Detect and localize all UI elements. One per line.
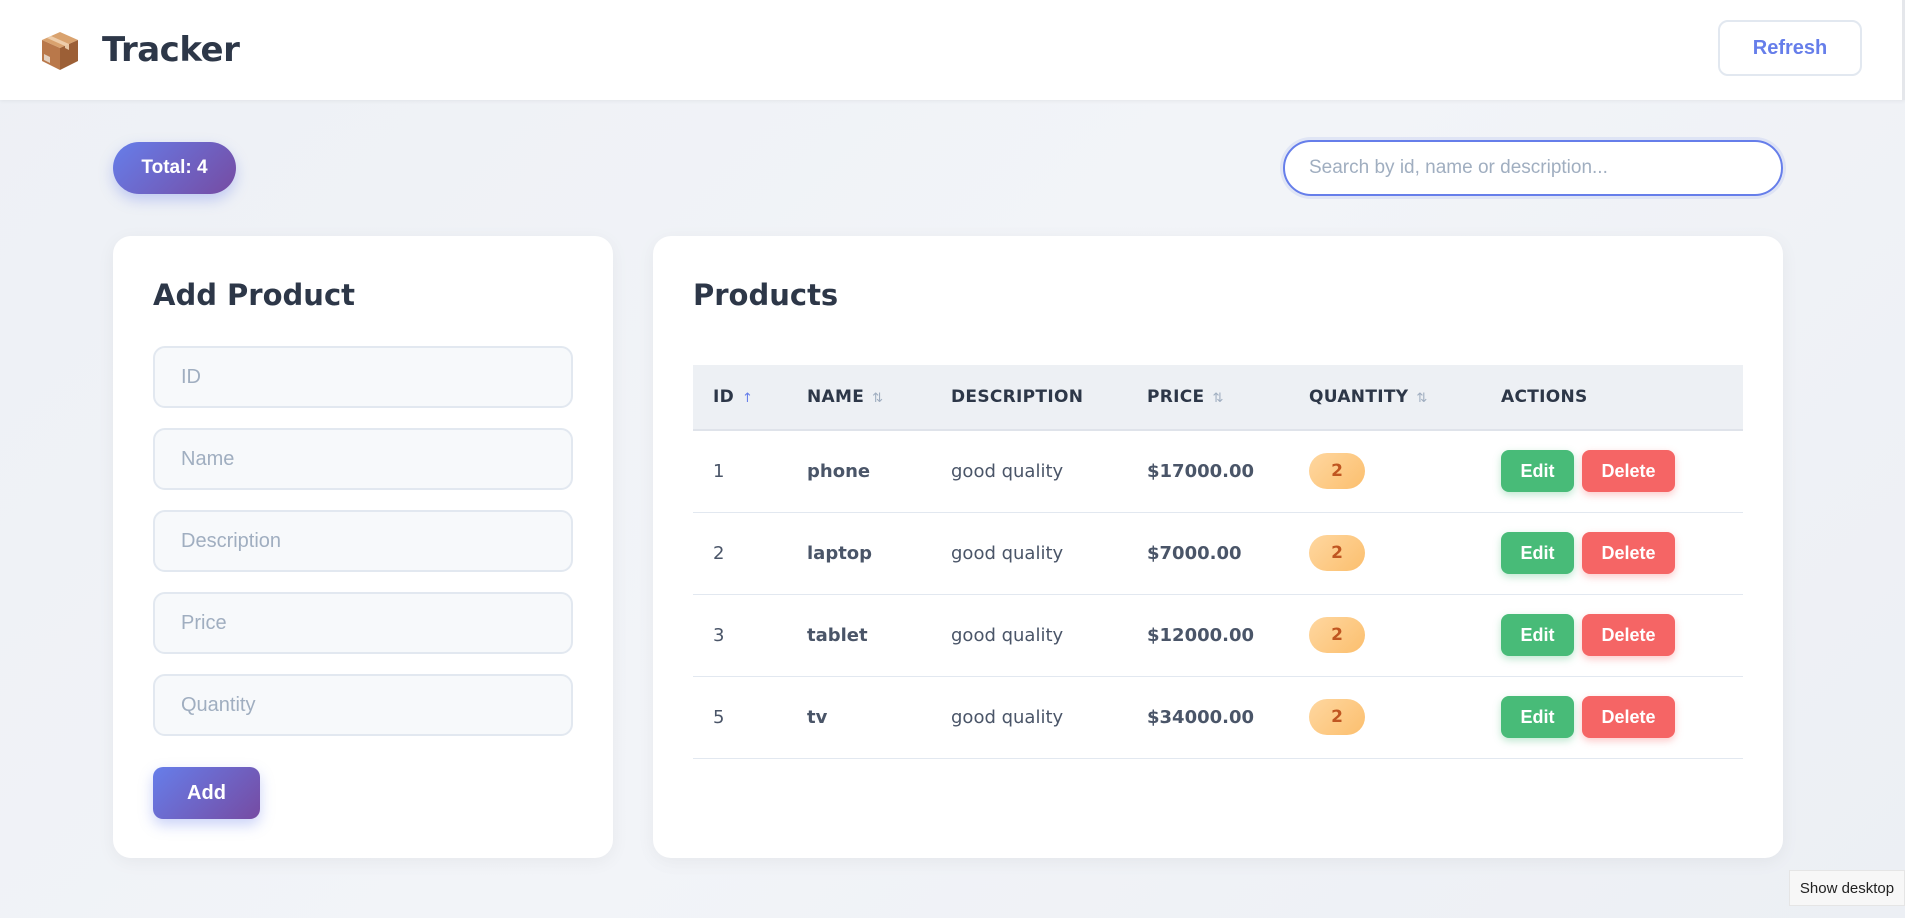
cell-name: tablet — [787, 594, 931, 677]
cell-description: good quality — [931, 430, 1127, 513]
table-row: 2 laptop good quality $7000.00 2 Edit Del… — [693, 512, 1743, 595]
id-field[interactable] — [153, 346, 573, 408]
column-header-actions: ACTIONS — [1481, 365, 1743, 431]
column-header-description: DESCRIPTION — [931, 365, 1127, 431]
add-button[interactable]: Add — [153, 767, 260, 819]
cell-actions: Edit Delete — [1481, 594, 1743, 677]
package-box-icon — [42, 32, 78, 70]
cell-quantity: 2 — [1289, 676, 1481, 759]
delete-button[interactable]: Delete — [1582, 696, 1675, 738]
cell-actions: Edit Delete — [1481, 512, 1743, 595]
products-title: Products — [693, 278, 839, 312]
table-header-row: ID ↑ NAME ⇅ DESCRIPTION PRICE ⇅ QUANTITY ⇅ A… — [693, 365, 1743, 431]
cell-description: good quality — [931, 512, 1127, 595]
cell-description: good quality — [931, 676, 1127, 759]
add-product-title: Add Product — [153, 278, 355, 312]
quantity-badge: 2 — [1309, 453, 1365, 490]
cell-quantity: 2 — [1289, 512, 1481, 595]
edit-button[interactable]: Edit — [1501, 696, 1574, 738]
sort-icon: ⇅ — [872, 391, 884, 406]
cell-price: $7000.00 — [1127, 512, 1289, 595]
column-header-name[interactable]: NAME ⇅ — [787, 365, 931, 431]
cell-id: 5 — [693, 676, 787, 759]
top-bar: Tracker Refresh — [0, 0, 1905, 100]
add-product-card: Add Product Add — [113, 236, 613, 858]
products-table: ID ↑ NAME ⇅ DESCRIPTION PRICE ⇅ QUANTITY ⇅ A… — [693, 365, 1743, 759]
column-header-price[interactable]: PRICE ⇅ — [1127, 365, 1289, 431]
cell-id: 2 — [693, 512, 787, 595]
products-card: Products ID ↑ NAME ⇅ DESCRIPTION PRICE ⇅ QU… — [653, 236, 1783, 858]
cell-name: tv — [787, 676, 931, 759]
sort-icon: ⇅ — [1416, 391, 1428, 406]
edit-button[interactable]: Edit — [1501, 614, 1574, 656]
column-header-quantity[interactable]: QUANTITY ⇅ — [1289, 365, 1481, 431]
cell-price: $34000.00 — [1127, 676, 1289, 759]
cell-quantity: 2 — [1289, 430, 1481, 513]
cell-price: $17000.00 — [1127, 430, 1289, 513]
cell-actions: Edit Delete — [1481, 676, 1743, 759]
cell-name: laptop — [787, 512, 931, 595]
delete-button[interactable]: Delete — [1582, 450, 1675, 493]
total-count-badge: Total: 4 — [113, 142, 236, 194]
table-row: 1 phone good quality $17000.00 2 Edit Del… — [693, 430, 1743, 513]
quantity-field[interactable] — [153, 674, 573, 736]
cell-quantity: 2 — [1289, 594, 1481, 677]
search-input[interactable] — [1283, 140, 1783, 196]
cell-actions: Edit Delete — [1481, 430, 1743, 513]
delete-button[interactable]: Delete — [1582, 532, 1675, 574]
table-row: 5 tv good quality $34000.00 2 Edit Delete — [693, 676, 1743, 759]
cell-id: 1 — [693, 430, 787, 513]
edit-button[interactable]: Edit — [1501, 532, 1574, 574]
refresh-button[interactable]: Refresh — [1718, 20, 1862, 76]
quantity-badge: 2 — [1309, 535, 1365, 571]
edit-button[interactable]: Edit — [1501, 450, 1574, 493]
cell-id: 3 — [693, 594, 787, 677]
cell-description: good quality — [931, 594, 1127, 677]
description-field[interactable] — [153, 510, 573, 572]
table-row: 3 tablet good quality $12000.00 2 Edit De… — [693, 594, 1743, 677]
app-title: Tracker — [102, 30, 240, 70]
delete-button[interactable]: Delete — [1582, 614, 1675, 656]
cell-price: $12000.00 — [1127, 594, 1289, 677]
column-header-id[interactable]: ID ↑ — [693, 365, 787, 431]
quantity-badge: 2 — [1309, 617, 1365, 653]
show-desktop-tooltip: Show desktop — [1789, 870, 1905, 906]
cell-name: phone — [787, 430, 931, 513]
price-field[interactable] — [153, 592, 573, 654]
quantity-badge: 2 — [1309, 699, 1365, 735]
sort-ascending-icon: ↑ — [742, 391, 754, 406]
sort-icon: ⇅ — [1212, 391, 1224, 406]
name-field[interactable] — [153, 428, 573, 490]
